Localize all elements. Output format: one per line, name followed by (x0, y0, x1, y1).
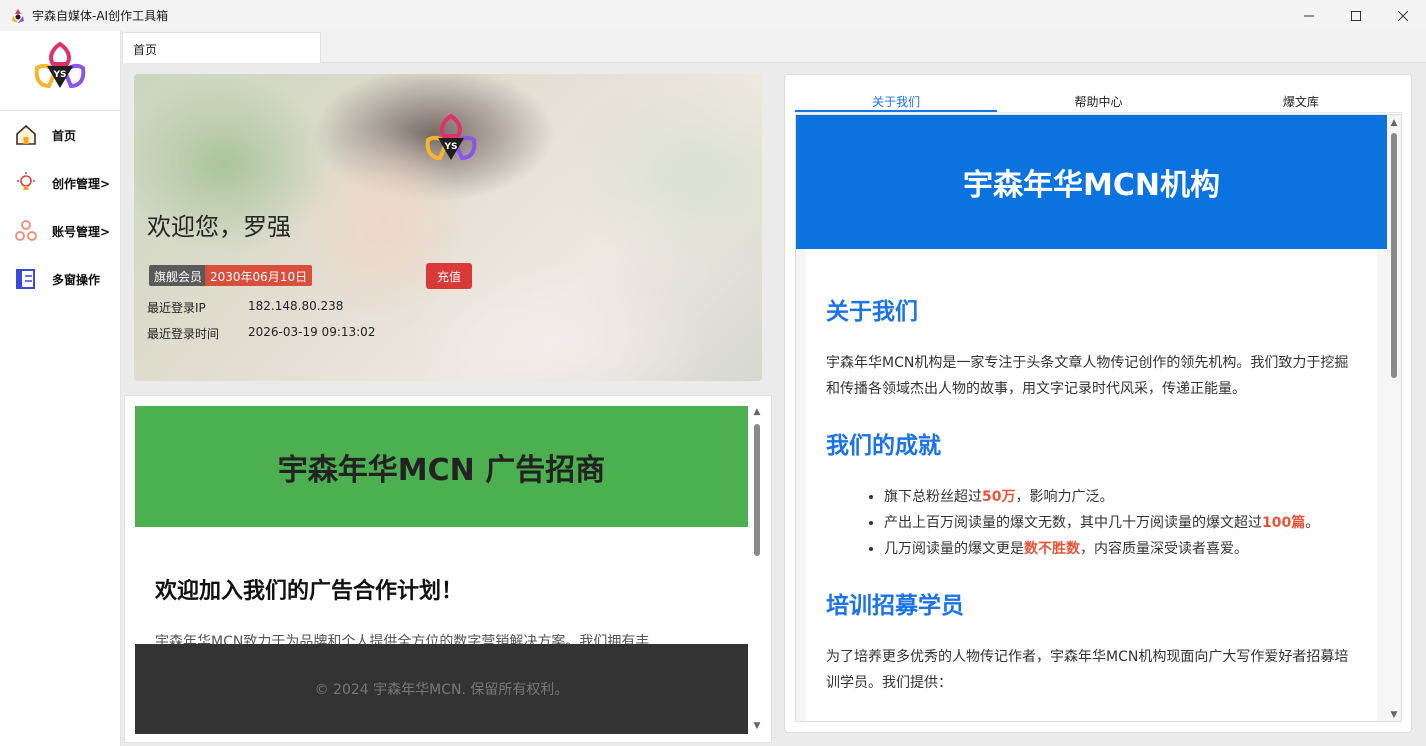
close-button[interactable] (1379, 0, 1426, 31)
window-list-icon (14, 267, 38, 291)
network-icon (14, 219, 38, 243)
home-icon (14, 123, 38, 147)
sidebar-item-label: 账号管理> (52, 224, 111, 239)
tab-about[interactable]: 关于我们 (795, 85, 998, 112)
app-logo-icon (10, 8, 26, 24)
sidebar-item-creation[interactable]: 创作管理> (0, 159, 120, 207)
svg-text:YS: YS (444, 142, 458, 152)
sidebar-item-accounts[interactable]: 账号管理> (0, 207, 120, 255)
ad-panel: 宇森年华MCN 广告招商 欢迎加入我们的广告合作计划！ 宇森年华MCN致力于为品… (124, 395, 772, 743)
scroll-up-icon[interactable]: ▲ (1388, 117, 1400, 129)
scroll-down-icon[interactable]: ▼ (751, 720, 763, 732)
brand-logo: YS (0, 31, 120, 111)
achievements-heading: 我们的成就 (826, 433, 941, 459)
ad-scrollbar[interactable]: ▲ ▼ (751, 406, 763, 734)
minimize-button[interactable] (1285, 0, 1332, 31)
title-bar: 宇森自媒体-AI创作工具箱 (0, 0, 1426, 31)
main-content: YS 欢迎您，罗强 旗舰会员 2030年06月10日 充值 最近登录IP 182… (121, 63, 1426, 746)
recharge-button[interactable]: 充值 (426, 263, 472, 289)
last-time-label: 最近登录时间 (147, 327, 220, 341)
hero-title: 宇森年华MCN机构 (796, 115, 1387, 249)
ad-heading: 欢迎加入我们的广告合作计划！ (155, 579, 464, 604)
about-webview: 宇森年华MCN机构 关于我们 宇森年华MCN机构是一家专注于头条文章人物传记创作… (795, 114, 1402, 722)
list-item: 几万阅读量的爆文更是数不胜数，内容质量深受读者喜爱。 (884, 536, 1357, 562)
list-item: 产出上百万阅读量的爆文无数，其中几十万阅读量的爆文超过100篇。 (884, 510, 1357, 536)
ad-header: 宇森年华MCN 广告招商 (135, 406, 748, 527)
maximize-button[interactable] (1332, 0, 1379, 31)
sidebar-item-label: 创作管理> (52, 176, 111, 191)
svg-text:YS: YS (53, 70, 67, 80)
sidebar-item-home[interactable]: 首页 (0, 111, 120, 159)
welcome-card: YS 欢迎您，罗强 旗舰会员 2030年06月10日 充值 最近登录IP 182… (134, 74, 762, 381)
window-title: 宇森自媒体-AI创作工具箱 (32, 9, 169, 23)
list-item: 旗下总粉丝超过50万，影响力广泛。 (884, 484, 1357, 510)
last-ip-value: 182.148.80.238 (248, 299, 344, 313)
info-panel: 关于我们 帮助中心 爆文库 宇森年华MCN机构 关于我们 宇森年华MCN机构是一… (784, 74, 1412, 733)
training-heading: 培训招募学员 (826, 593, 964, 619)
welcome-logo-icon: YS (420, 112, 482, 178)
scroll-down-icon[interactable]: ▼ (1388, 709, 1400, 721)
brand-logo-icon: YS (34, 41, 86, 88)
tab-articles[interactable]: 爆文库 (1200, 85, 1402, 112)
welcome-greeting: 欢迎您，罗强 (147, 213, 291, 241)
tab-strip: 首页 (121, 31, 1426, 63)
about-text: 宇森年华MCN机构是一家专注于头条文章人物传记创作的领先机构。我们致力于挖掘和传… (826, 355, 1349, 397)
training-text: 为了培养更多优秀的人物传记作者，宇森年华MCN机构现面向广大写作爱好者招募培训学… (826, 649, 1349, 691)
sidebar-item-label: 多窗操作 (52, 272, 101, 287)
last-ip-label: 最近登录IP (147, 301, 206, 315)
expire-date-badge: 2030年06月10日 (205, 265, 313, 286)
tab-home[interactable]: 首页 (122, 32, 321, 63)
info-tabs: 关于我们 帮助中心 爆文库 (795, 85, 1402, 113)
sidebar-item-multiwindow[interactable]: 多窗操作 (0, 255, 120, 303)
ad-footer: © 2024 宇森年华MCN. 保留所有权利。 (135, 644, 748, 734)
about-heading: 关于我们 (826, 299, 918, 325)
last-time-value: 2026-03-19 09:13:02 (248, 325, 376, 339)
scroll-thumb[interactable] (754, 424, 760, 556)
sidebar-item-label: 首页 (52, 128, 77, 143)
sidebar: YS 首页 创作管理> 账号管理> 多窗操作 (0, 31, 121, 746)
about-scrollbar[interactable]: ▲ ▼ (1388, 115, 1400, 721)
lightbulb-icon (14, 171, 38, 195)
member-level-badge: 旗舰会员 (149, 265, 208, 286)
tab-help[interactable]: 帮助中心 (997, 85, 1199, 112)
achievements-list: 旗下总粉丝超过50万，影响力广泛。 产出上百万阅读量的爆文无数，其中几十万阅读量… (884, 484, 1357, 562)
ad-webview: 宇森年华MCN 广告招商 欢迎加入我们的广告合作计划！ 宇森年华MCN致力于为品… (135, 406, 748, 734)
scroll-thumb[interactable] (1391, 133, 1397, 378)
scroll-up-icon[interactable]: ▲ (751, 406, 763, 418)
about-body: 关于我们 宇森年华MCN机构是一家专注于头条文章人物传记创作的领先机构。我们致力… (806, 249, 1377, 721)
